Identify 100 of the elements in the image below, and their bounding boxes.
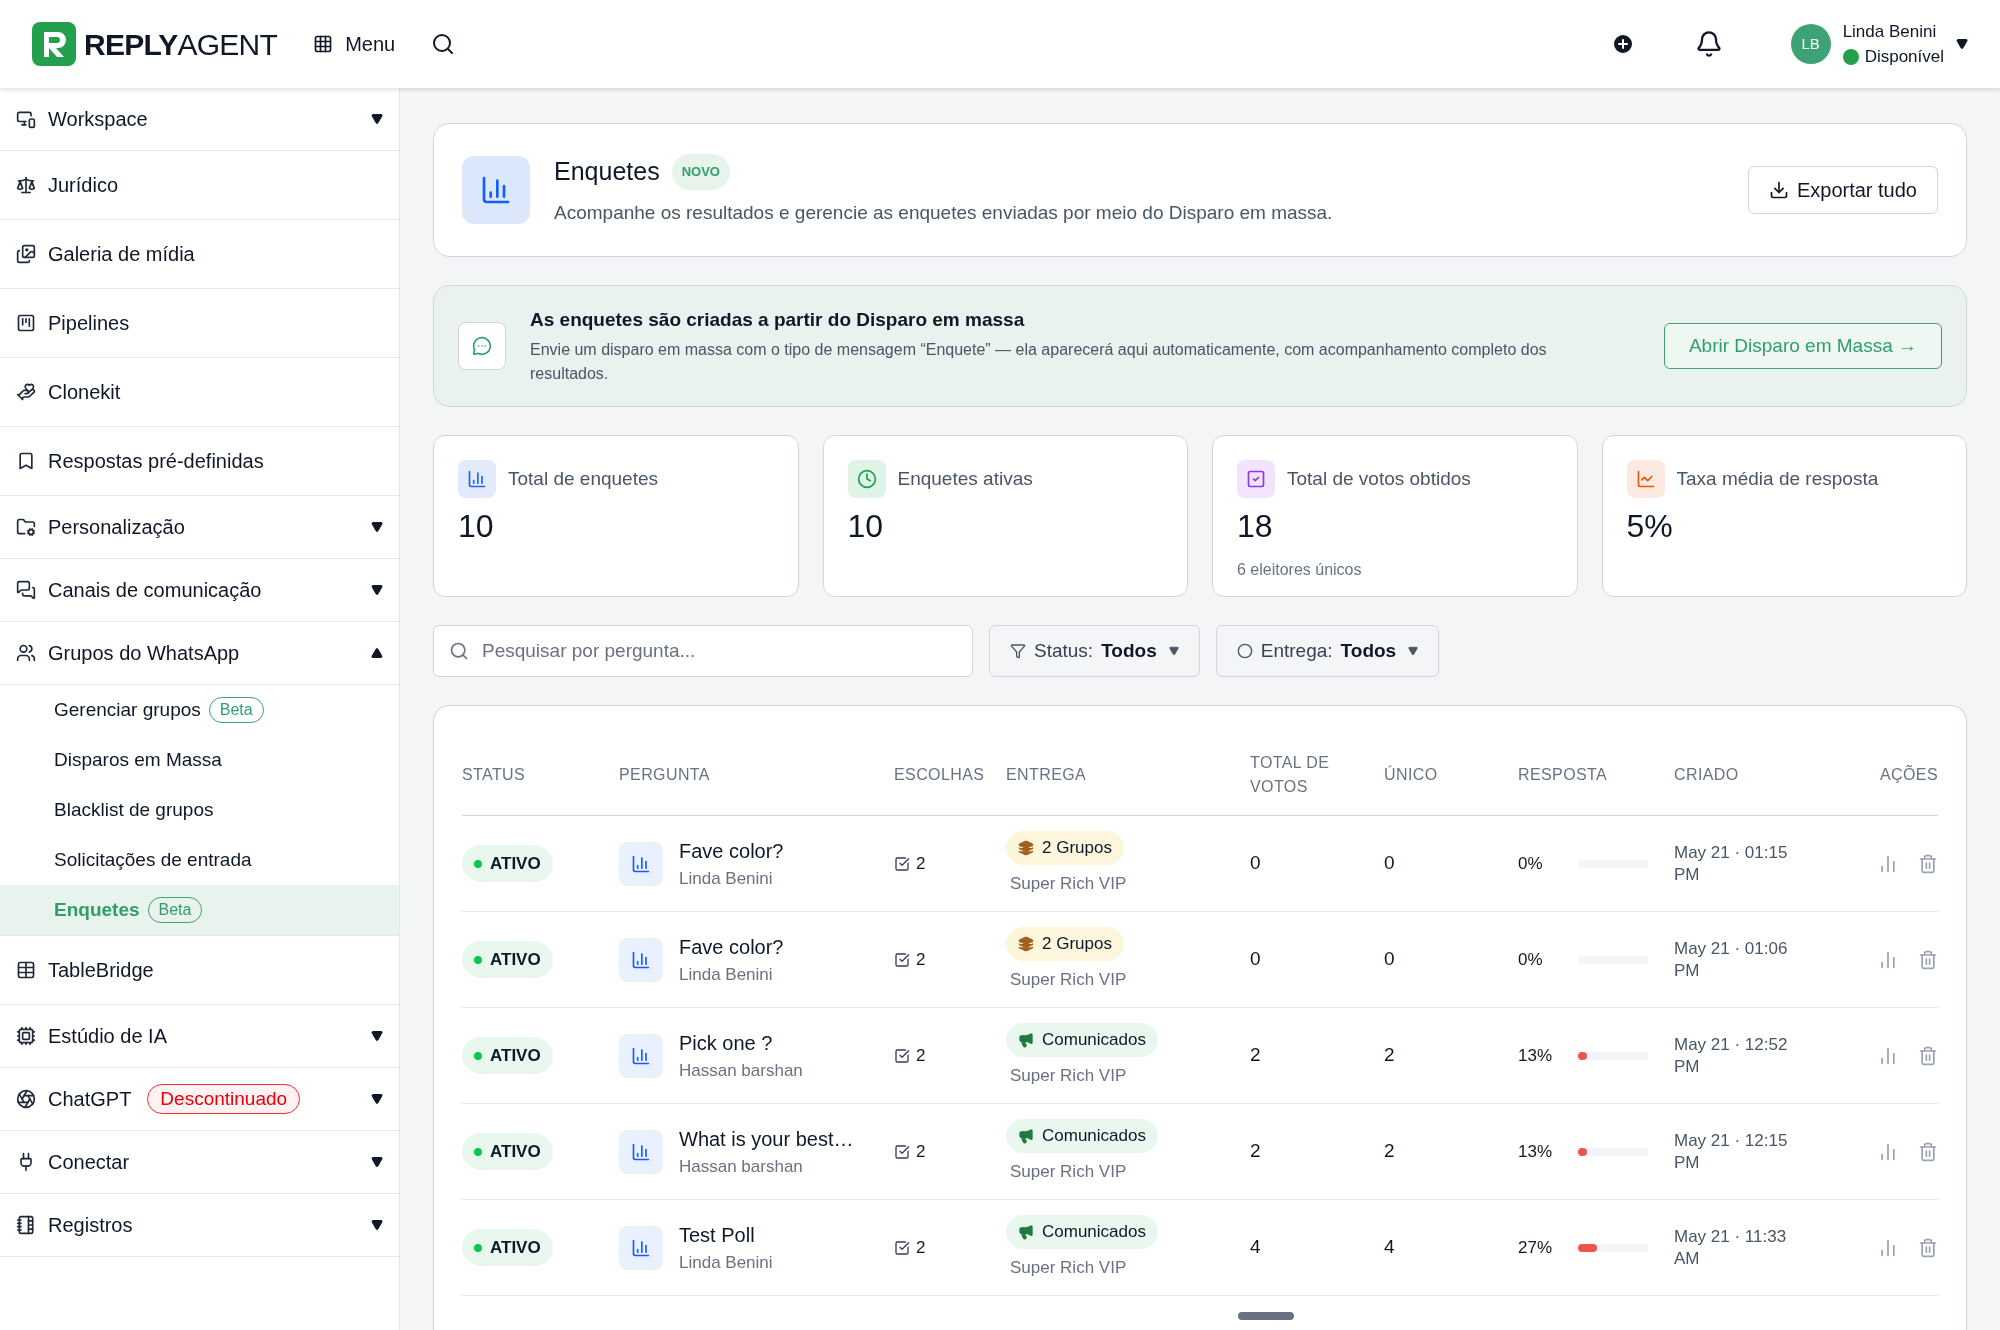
- response-rate: 27%: [1518, 1236, 1554, 1259]
- search-field[interactable]: Pesquisar por pergunta...: [433, 625, 973, 677]
- sidebar-label: Clonekit: [48, 380, 121, 405]
- sidebar-item[interactable]: Workspace: [0, 88, 399, 150]
- status-pill: ATIVO: [462, 1132, 553, 1171]
- filter-dropdown[interactable]: Status: Todos: [989, 625, 1200, 677]
- column-header: STATUS: [462, 764, 527, 785]
- poll-icon: [619, 1033, 663, 1078]
- layers-icon: [1018, 839, 1034, 856]
- sidebar-item[interactable]: Galeria de mídia: [0, 220, 399, 288]
- stats-icon[interactable]: [1878, 1045, 1898, 1066]
- delivery-tag: Comunicados: [1006, 1119, 1158, 1153]
- sidebar-label: Estúdio de IA: [48, 1024, 167, 1049]
- poll-icon: [619, 841, 663, 886]
- search-icon: [449, 641, 469, 661]
- poll-icon: [619, 937, 663, 982]
- unique-count: 0: [1384, 851, 1396, 876]
- sidebar-item[interactable]: Respostas pré-definidas: [0, 427, 399, 495]
- notebook-icon: [16, 1215, 36, 1235]
- export-button[interactable]: Exportar tudo: [1747, 166, 1938, 214]
- status-pill: ATIVO: [462, 940, 553, 979]
- sidebar-item[interactable]: Estúdio de IA: [0, 1005, 399, 1067]
- table-icon: [16, 960, 36, 980]
- stat-value: 18: [1237, 507, 1274, 546]
- sidebar-item[interactable]: Clonekit: [0, 358, 399, 426]
- scale-icon: [16, 175, 36, 195]
- sidebar-label: Canais de comunicação: [48, 578, 262, 603]
- stats-icon[interactable]: [1878, 1141, 1898, 1162]
- stats-icon[interactable]: [1878, 949, 1898, 970]
- sidebar-label: Solicitações de entrada: [54, 847, 252, 872]
- sidebar-label: Grupos do WhatsApp: [48, 641, 240, 666]
- delete-icon[interactable]: [1918, 853, 1938, 874]
- menu-button[interactable]: Menu: [313, 29, 396, 59]
- sidebar-subitem[interactable]: Blacklist de grupos: [0, 785, 399, 835]
- poll-question: Pick one ?: [679, 1030, 774, 1056]
- column-header: CRIADO: [1674, 764, 1740, 785]
- devices-icon: [16, 109, 36, 129]
- status-pill: ATIVO: [462, 844, 553, 883]
- checkbox-icon: [894, 1239, 910, 1256]
- votes-count: 0: [1250, 947, 1262, 972]
- sidebar-subitem[interactable]: Disparos em Massa: [0, 735, 399, 785]
- delete-icon[interactable]: [1918, 1141, 1938, 1162]
- stats-icon[interactable]: [1878, 1237, 1898, 1258]
- sidebar-item[interactable]: Grupos do WhatsApp: [0, 622, 399, 684]
- sidebar-label: Jurídico: [48, 173, 119, 198]
- response-rate: 13%: [1518, 1140, 1554, 1163]
- column-header: AÇÕES: [1879, 764, 1938, 785]
- column-header: ESCOLHAS: [894, 764, 986, 785]
- search-icon[interactable]: [431, 32, 456, 56]
- sidebar-item[interactable]: Personalização: [0, 496, 399, 558]
- stats-icon[interactable]: [1878, 853, 1898, 874]
- stat-label: Total de enquetes: [508, 466, 658, 491]
- delete-icon[interactable]: [1918, 949, 1938, 970]
- poll-icon: [462, 156, 530, 224]
- delete-icon[interactable]: [1918, 1045, 1938, 1066]
- page-subtitle: Acompanhe os resultados e gerencie as enquetes enviadas por meio do Disparo em massa.: [554, 200, 1334, 225]
- choices-count: 2: [916, 852, 926, 875]
- checkbox-icon: [894, 1047, 910, 1064]
- status-badge: Descontinuado: [147, 1083, 301, 1115]
- caret-down-icon: [371, 1030, 383, 1042]
- sidebar-item[interactable]: Jurídico: [0, 151, 399, 219]
- votes-count: 0: [1250, 851, 1262, 876]
- stat-label: Enquetes ativas: [897, 466, 1033, 491]
- layers-icon: [1018, 935, 1034, 952]
- stat-value: 10: [847, 507, 885, 546]
- poll-question: Fave color?: [679, 838, 784, 864]
- sidebar-label: Disparos em Massa: [54, 747, 222, 772]
- users-icon: [16, 643, 36, 663]
- sidebar-subitem[interactable]: Gerenciar grupos Beta: [0, 685, 399, 735]
- sidebar-item[interactable]: Canais de comunicação: [0, 559, 399, 621]
- chip-icon: [16, 1026, 36, 1046]
- caret-down-icon: [371, 1219, 383, 1231]
- caret-down-icon: [371, 521, 383, 533]
- banner-text: Envie um disparo em massa com o tipo de mensagem “Enquete” — ela aparecerá aqui automaticamente, com acompanhamento completo dos resultados.: [530, 340, 1548, 385]
- stat-label: Taxa média de resposta: [1676, 466, 1879, 491]
- votes-count: 2: [1250, 1043, 1262, 1068]
- new-badge: NOVO: [671, 154, 730, 190]
- unique-count: 2: [1384, 1139, 1396, 1164]
- message-icon: [458, 322, 506, 370]
- caret-down-icon: [371, 1156, 383, 1168]
- poll-icon: [619, 1129, 663, 1174]
- filter-dropdown[interactable]: Entrega: Todos: [1215, 625, 1440, 677]
- sidebar-item[interactable]: Pipelines: [0, 289, 399, 357]
- unique-count: 4: [1384, 1235, 1396, 1260]
- column-header: PERGUNTA: [619, 764, 711, 785]
- sidebar-item[interactable]: Registros: [0, 1194, 399, 1256]
- user-status: Disponível: [1864, 46, 1944, 68]
- checkbox-icon: [894, 855, 910, 872]
- caret-down-icon: [371, 1093, 383, 1105]
- user-name: Linda Benini: [1842, 20, 1938, 43]
- logo-text: REPLYAGENT: [84, 26, 278, 63]
- sidebar-item[interactable]: ChatGPT Descontinuado: [0, 1068, 399, 1130]
- sidebar-item[interactable]: Conectar: [0, 1131, 399, 1193]
- folder-gear-icon: [16, 517, 36, 537]
- sidebar-subitem[interactable]: Solicitações de entrada: [0, 835, 399, 885]
- delete-icon[interactable]: [1918, 1237, 1938, 1258]
- notification-icon[interactable]: [1694, 30, 1723, 58]
- scroll-indicator: [1238, 1312, 1294, 1320]
- sidebar-item[interactable]: TableBridge: [0, 936, 399, 1004]
- megaphone-icon: [1018, 1223, 1034, 1240]
